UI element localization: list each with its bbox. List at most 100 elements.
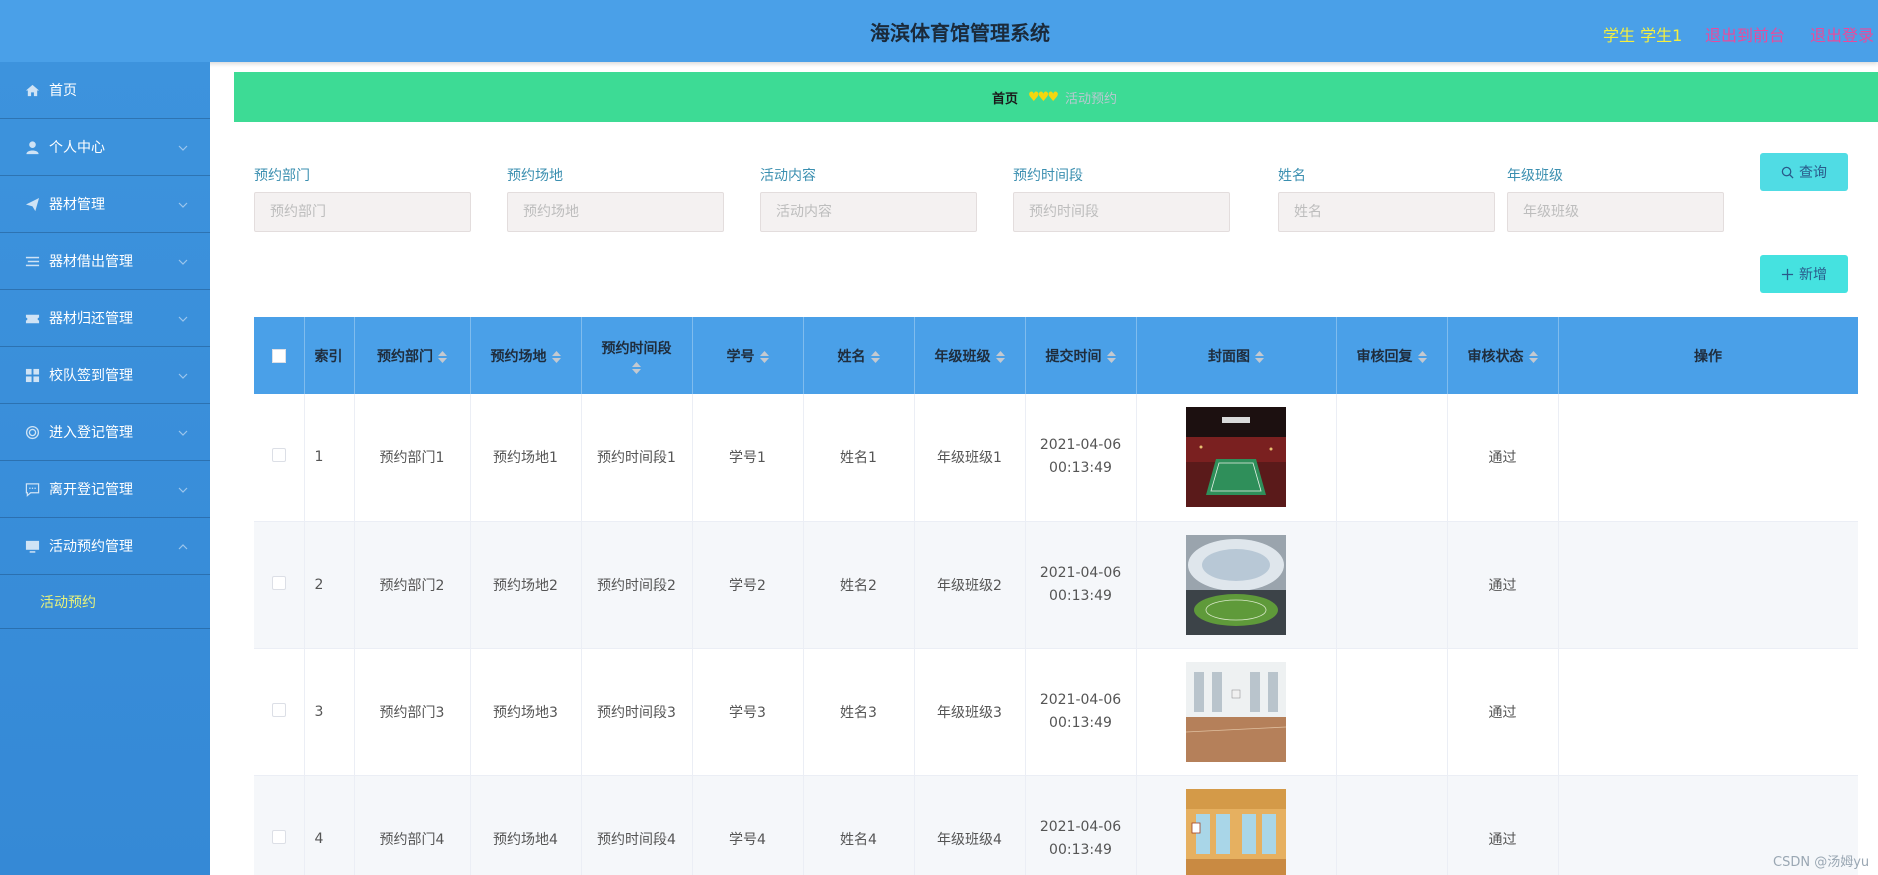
column-header-label: 预约时间段 [601, 340, 672, 357]
sidebar-item-equipment-return[interactable]: 器材归还管理 [0, 290, 210, 347]
sidebar-item-label: 活动预约管理 [49, 539, 133, 555]
sort-icon[interactable] [759, 350, 769, 363]
cell-status: 通过 [1447, 775, 1559, 875]
column-header-timeslot[interactable]: 预约时间段 [581, 317, 693, 394]
column-header-index: 索引 [304, 317, 355, 394]
back-to-front-link[interactable]: 退出到前台 [1705, 22, 1785, 46]
plus-icon [1781, 268, 1794, 280]
gym-image[interactable] [1186, 661, 1286, 762]
sort-icon[interactable] [995, 350, 1005, 363]
timeslot-input[interactable] [1013, 192, 1230, 232]
sidebar-item-exit-registration[interactable]: 离开登记管理 [0, 461, 210, 518]
submit-clock: 00:13:49 [1049, 460, 1112, 477]
stadium-image[interactable] [1186, 534, 1286, 635]
sidebar-item-personal-center[interactable]: 个人中心 [0, 119, 210, 176]
column-header-submit-time[interactable]: 提交时间 [1025, 317, 1137, 394]
monitor-icon [24, 538, 40, 554]
cell-timeslot: 预约时间段1 [581, 394, 693, 522]
watermark: CSDN @汤姆yu [1773, 855, 1870, 870]
search-button[interactable]: 查询 [1760, 153, 1848, 191]
cell-submit-time: 2021-04-06 00:13:49 [1025, 775, 1137, 875]
table-header-row: 索引 预约部门 预约场地 预约时间段 学号 姓名 年级班级 提交时间 封面图 审… [254, 317, 1858, 394]
sort-icon[interactable] [1528, 350, 1538, 363]
cell-dept: 预约部门3 [354, 648, 471, 776]
name-input[interactable] [1278, 192, 1495, 232]
row-checkbox[interactable] [271, 829, 286, 844]
cell-name: 姓名2 [803, 521, 915, 649]
sort-icon[interactable] [1255, 350, 1264, 363]
add-button-label: 新增 [1799, 267, 1827, 283]
sidebar-item-label: 首页 [49, 83, 77, 99]
venue-input[interactable] [507, 192, 724, 232]
column-header-actions: 操作 [1558, 317, 1858, 394]
column-header-reply[interactable]: 审核回复 [1336, 317, 1448, 394]
column-header-label: 提交时间 [1045, 348, 1102, 365]
court-image[interactable] [1186, 788, 1286, 875]
cell-venue: 预约场地1 [470, 394, 582, 522]
column-header-cover[interactable]: 封面图 [1136, 317, 1337, 394]
row-checkbox[interactable] [271, 702, 286, 717]
submit-date: 2021-04-06 [1039, 818, 1122, 835]
sort-icon[interactable] [551, 350, 561, 363]
column-header-class[interactable]: 年级班级 [914, 317, 1026, 394]
select-all-checkbox[interactable] [271, 348, 286, 363]
column-header-dept[interactable]: 预约部门 [354, 317, 471, 394]
sidebar-item-equipment-lending[interactable]: 器材借出管理 [0, 233, 210, 290]
row-checkbox[interactable] [271, 448, 286, 463]
cell-dept: 预约部门4 [354, 775, 471, 875]
cell-name: 姓名1 [803, 394, 915, 522]
cell-cover [1136, 648, 1337, 776]
add-button[interactable]: 新增 [1760, 255, 1848, 293]
cell-submit-time: 2021-04-06 00:13:49 [1025, 521, 1137, 649]
cell-timeslot: 预约时间段2 [581, 521, 693, 649]
column-header-label: 封面图 [1208, 348, 1250, 365]
sidebar-item-activity-booking[interactable]: 活动预约管理 [0, 518, 210, 575]
sidebar-item-label: 个人中心 [49, 140, 105, 156]
submit-date: 2021-04-06 [1039, 437, 1122, 454]
cell-submit-time: 2021-04-06 00:13:49 [1025, 648, 1137, 776]
dept-input[interactable] [254, 192, 471, 232]
sort-icon[interactable] [632, 361, 641, 374]
chevron-down-icon [178, 483, 188, 493]
column-header-student-no[interactable]: 学号 [692, 317, 804, 394]
arena-image[interactable] [1186, 407, 1286, 508]
column-header-label: 审核状态 [1467, 348, 1524, 365]
sort-icon[interactable] [1106, 350, 1116, 363]
cell-class: 年级班级1 [914, 394, 1026, 522]
column-header-label: 预约场地 [490, 348, 547, 365]
class-input[interactable] [1507, 192, 1724, 232]
breadcrumb-home[interactable]: 首页 [992, 88, 1018, 107]
table-row: 2 预约部门2 预约场地2 预约时间段2 学号2 姓名2 年级班级2 2021-… [254, 521, 1858, 649]
sidebar-item-entry-registration[interactable]: 进入登记管理 [0, 404, 210, 461]
cell-reply [1336, 775, 1448, 875]
column-header-venue[interactable]: 预约场地 [470, 317, 582, 394]
sort-icon[interactable] [1417, 350, 1427, 363]
sort-icon[interactable] [870, 350, 880, 363]
column-header-status[interactable]: 审核状态 [1447, 317, 1559, 394]
activity-content-input[interactable] [760, 192, 977, 232]
cell-index: 1 [304, 394, 355, 522]
sidebar-item-team-signin[interactable]: 校队签到管理 [0, 347, 210, 404]
row-checkbox[interactable] [271, 575, 286, 590]
cell-index: 4 [304, 775, 355, 875]
ticket-icon [24, 310, 40, 326]
sort-icon[interactable] [438, 350, 447, 363]
column-header-name[interactable]: 姓名 [803, 317, 915, 394]
submit-date: 2021-04-06 [1039, 691, 1122, 708]
cell-cover [1136, 521, 1337, 649]
sidebar-item-home[interactable]: 首页 [0, 62, 210, 119]
row-checkbox-cell [254, 394, 305, 522]
select-all-header[interactable] [254, 317, 305, 394]
sidebar-subitem-activity-booking[interactable]: 活动预约 [0, 575, 210, 629]
row-checkbox-cell [254, 648, 305, 776]
chevron-down-icon [178, 198, 188, 208]
column-header-label: 预约部门 [377, 348, 433, 365]
sidebar-item-equipment[interactable]: 器材管理 [0, 176, 210, 233]
cell-class: 年级班级3 [914, 648, 1026, 776]
cell-actions [1558, 648, 1858, 776]
logout-link[interactable]: 退出登录 [1810, 22, 1874, 46]
grid-icon [24, 367, 40, 383]
breadcrumb-separator: ♥♥♥ [1028, 89, 1059, 105]
activity-content-label: 活动内容 [760, 168, 816, 184]
cell-status: 通过 [1447, 648, 1559, 776]
